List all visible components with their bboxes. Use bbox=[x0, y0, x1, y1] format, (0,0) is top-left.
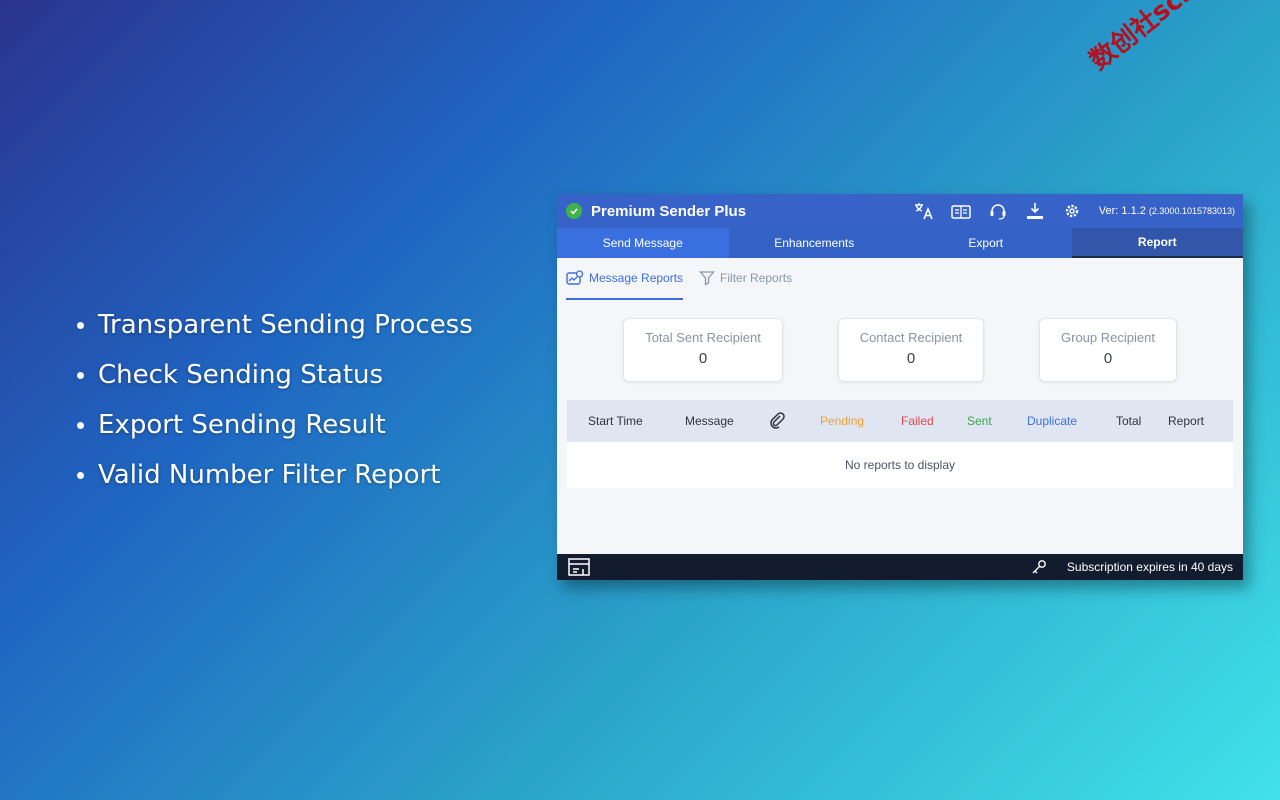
table-header: Start Time Message Pending Failed Sent D… bbox=[567, 400, 1233, 442]
key-icon bbox=[1031, 559, 1047, 575]
stat-card-group: Group Recipient 0 bbox=[1039, 318, 1177, 382]
subtab-label: Filter Reports bbox=[720, 271, 793, 285]
status-bar: Subscription expires in 40 days bbox=[557, 554, 1243, 580]
feature-item: Valid Number Filter Report bbox=[74, 456, 473, 506]
attachment-icon bbox=[769, 411, 785, 432]
main-tabs: Send Message Enhancements Export Report bbox=[557, 228, 1243, 258]
filter-icon bbox=[699, 271, 715, 286]
col-duplicate[interactable]: Duplicate bbox=[1027, 414, 1077, 428]
stat-label: Group Recipient bbox=[1061, 330, 1155, 345]
col-sent[interactable]: Sent bbox=[967, 414, 992, 428]
feature-item: Transparent Sending Process bbox=[74, 306, 473, 356]
table-empty-row: No reports to display bbox=[567, 442, 1233, 488]
store-icon[interactable] bbox=[567, 557, 591, 577]
col-start-time[interactable]: Start Time bbox=[588, 414, 643, 428]
stat-value: 0 bbox=[906, 350, 916, 367]
stat-value: 0 bbox=[698, 350, 708, 367]
app-window: Premium Sender Plus Ver: 1.1.2 (2.3000.1… bbox=[557, 194, 1243, 580]
feature-item: Check Sending Status bbox=[74, 356, 473, 406]
subtab-filter-reports[interactable]: Filter Reports bbox=[699, 258, 792, 298]
report-subtabs: Message Reports Filter Reports bbox=[566, 258, 1243, 302]
support-icon[interactable] bbox=[986, 200, 1011, 222]
col-message[interactable]: Message bbox=[685, 414, 734, 428]
stat-card-contact: Contact Recipient 0 bbox=[838, 318, 984, 382]
stats-cards: Total Sent Recipient 0 Contact Recipient… bbox=[557, 302, 1243, 398]
stat-label: Total Sent Recipient bbox=[645, 330, 761, 345]
message-report-icon bbox=[566, 270, 584, 285]
title-bar: Premium Sender Plus Ver: 1.1.2 (2.3000.1… bbox=[557, 194, 1243, 228]
empty-message: No reports to display bbox=[844, 458, 956, 472]
settings-icon[interactable] bbox=[1060, 200, 1085, 222]
tab-enhancements[interactable]: Enhancements bbox=[729, 228, 901, 258]
subtab-label: Message Reports bbox=[589, 271, 684, 285]
download-icon[interactable] bbox=[1023, 200, 1048, 222]
subtab-message-reports[interactable]: Message Reports bbox=[566, 258, 684, 300]
open-book-icon[interactable] bbox=[949, 200, 974, 222]
tab-report[interactable]: Report bbox=[1071, 228, 1243, 258]
subscription-status: Subscription expires in 40 days bbox=[1066, 560, 1233, 574]
tab-export[interactable]: Export bbox=[900, 228, 1072, 258]
stat-label: Contact Recipient bbox=[859, 330, 963, 345]
stat-value: 0 bbox=[1103, 350, 1113, 367]
feature-item: Export Sending Result bbox=[74, 406, 473, 456]
feature-list: Transparent Sending Process Check Sendin… bbox=[74, 306, 473, 506]
watermark: 数创社scs66 bbox=[1084, 0, 1230, 77]
col-report[interactable]: Report bbox=[1168, 414, 1204, 428]
translate-icon[interactable] bbox=[912, 200, 937, 222]
col-pending[interactable]: Pending bbox=[820, 414, 864, 428]
version-label: Ver: 1.1.2 (2.3000.1015783013) bbox=[1098, 205, 1235, 217]
report-table: Start Time Message Pending Failed Sent D… bbox=[567, 400, 1233, 488]
app-title: Premium Sender Plus bbox=[591, 202, 747, 220]
col-failed[interactable]: Failed bbox=[901, 414, 934, 428]
status-check-icon bbox=[566, 203, 582, 219]
col-total[interactable]: Total bbox=[1116, 414, 1141, 428]
stat-card-total-sent: Total Sent Recipient 0 bbox=[623, 318, 783, 382]
tab-send-message[interactable]: Send Message bbox=[557, 228, 729, 258]
